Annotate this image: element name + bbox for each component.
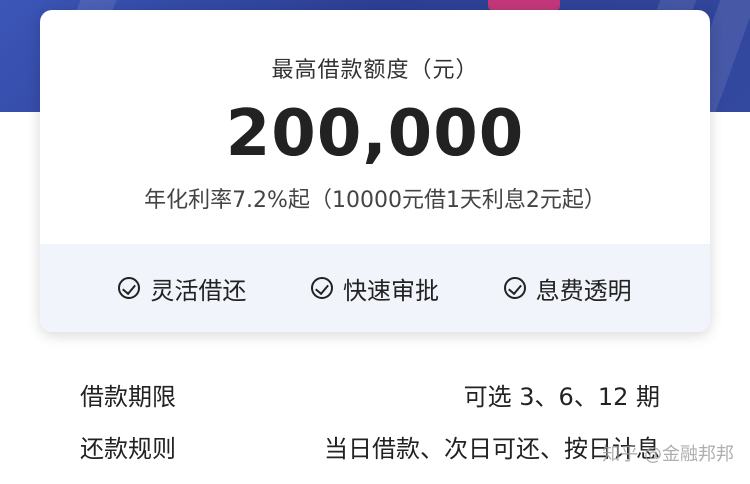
info-row-term: 借款期限 可选 3、6、12 期 [80,374,660,414]
max-amount-label: 最高借款额度（元） [271,58,479,83]
loan-amount-card: 最高借款额度（元） 200,000 年化利率7.2%起（10000元借1天利息2… [40,10,710,332]
check-circle-icon [503,277,526,299]
feature-fast-approval: 快速审批 [310,271,439,306]
feature-label: 快速审批 [342,276,439,305]
feature-bar: 灵活借还 快速审批 息费透明 [40,244,710,332]
interest-rate-text: 年化利率7.2%起（10000元借1天利息2元起） [144,188,606,213]
header-accent [488,0,560,10]
watermark: 知乎 @金融邦邦 [602,444,734,465]
info-row-repayment: 还款规则 当日借款、次日可还、按日计息 [80,426,660,466]
feature-label: 息费透明 [535,276,632,305]
feature-flexible: 灵活借还 [118,271,246,306]
check-circle-icon [310,277,333,299]
check-circle-icon [118,277,141,299]
info-label: 还款规则 [80,434,176,463]
feature-label: 灵活借还 [150,276,247,305]
info-label: 借款期限 [80,382,176,411]
feature-transparent-fees: 息费透明 [503,271,632,306]
info-value: 可选 3、6、12 期 [463,382,660,411]
max-amount-value: 200,000 [225,97,525,171]
